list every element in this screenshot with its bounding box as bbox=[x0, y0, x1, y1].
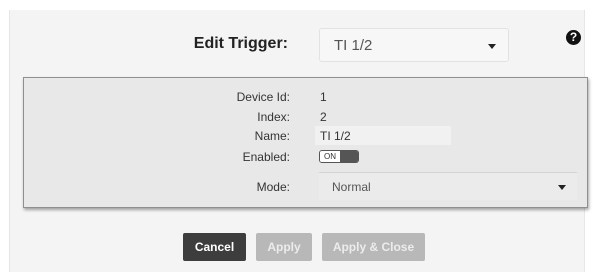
trigger-select-value: TI 1/2 bbox=[334, 37, 373, 54]
edit-trigger-label: Edit Trigger: bbox=[193, 35, 288, 52]
chevron-down-icon bbox=[558, 185, 566, 190]
name-field[interactable] bbox=[315, 126, 451, 145]
device-id-value: 1 bbox=[320, 90, 327, 104]
enabled-toggle-state: ON bbox=[320, 151, 340, 162]
index-label: Index: bbox=[257, 110, 290, 124]
toggle-knob bbox=[340, 151, 358, 162]
enabled-toggle[interactable]: ON bbox=[319, 150, 359, 163]
trigger-select-dropdown[interactable]: TI 1/2 bbox=[319, 28, 509, 62]
enabled-label: Enabled: bbox=[242, 150, 290, 164]
chevron-down-icon bbox=[488, 44, 496, 49]
cancel-button[interactable]: Cancel bbox=[183, 233, 246, 261]
apply-close-button[interactable]: Apply & Close bbox=[322, 233, 425, 261]
device-id-label: Device Id: bbox=[236, 90, 290, 104]
help-icon[interactable]: ? bbox=[566, 30, 581, 45]
index-value: 2 bbox=[320, 110, 327, 124]
mode-select-value: Normal bbox=[332, 180, 371, 194]
mode-select-dropdown[interactable]: Normal bbox=[319, 172, 577, 200]
mode-label: Mode: bbox=[256, 180, 290, 194]
apply-button[interactable]: Apply bbox=[256, 233, 312, 261]
name-label: Name: bbox=[254, 129, 290, 143]
